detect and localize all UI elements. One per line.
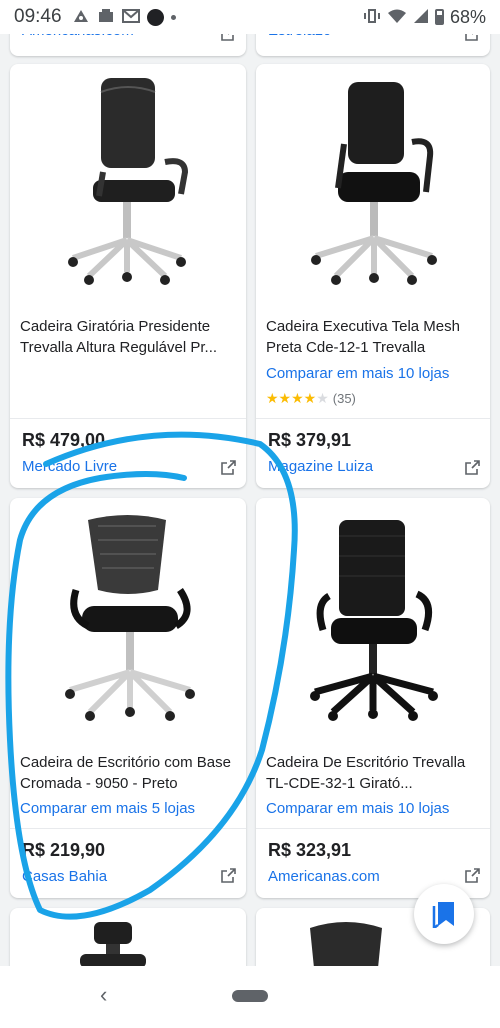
product-title[interactable]: Cadeira Executiva Tela Mesh Preta Cde-12…: [266, 316, 480, 358]
office-chair-image: [65, 515, 195, 721]
compare-stores-link[interactable]: Comparar em mais 10 lojas: [266, 365, 449, 382]
external-link-icon[interactable]: [221, 868, 236, 883]
product-price: R$ 379,91: [268, 430, 352, 450]
notification-icons: [72, 8, 176, 27]
product-price: R$ 479,00: [22, 430, 106, 450]
product-rating: ★★★★★ (35): [266, 390, 356, 407]
office-chair-image: [311, 82, 437, 285]
office-chair-image: [68, 78, 189, 285]
office-chair-image: [80, 922, 146, 968]
divider: [256, 418, 490, 419]
product-title[interactable]: Cadeira De Escritório Trevalla TL-CDE-32…: [266, 752, 480, 794]
product-image[interactable]: [10, 498, 246, 734]
divider: [256, 828, 490, 829]
review-count: (35): [332, 391, 356, 406]
system-icons: 68%: [363, 7, 486, 28]
store-link[interactable]: Casas Bahia: [22, 868, 107, 885]
more-notifications-icon: [170, 14, 176, 20]
office-chair-image: [310, 520, 438, 721]
profile-dot-icon: [146, 8, 164, 26]
external-link-icon[interactable]: [465, 460, 480, 475]
back-icon[interactable]: ‹: [100, 982, 107, 1008]
compare-stores-link[interactable]: Comparar em mais 5 lojas: [20, 800, 195, 817]
notification-app-icon: [72, 8, 90, 27]
wifi-icon: [387, 8, 407, 27]
product-title[interactable]: Cadeira de Escritório com Base Cromada -…: [20, 752, 236, 794]
status-time: 09:46: [14, 6, 62, 27]
product-image[interactable]: [256, 498, 490, 734]
store-link[interactable]: Magazine Luiza: [268, 458, 373, 475]
star-rating-icon: ★★★★★: [266, 390, 329, 406]
collections-fab-button[interactable]: [414, 884, 474, 944]
battery-percentage: 68%: [449, 6, 486, 27]
divider: [10, 418, 246, 419]
store-link[interactable]: Mercado Livre: [22, 458, 117, 475]
product-title[interactable]: Cadeira Giratória Presidente Trevalla Al…: [20, 316, 236, 358]
store-link[interactable]: Americanas.com: [268, 868, 380, 885]
signal-icon: [413, 8, 429, 27]
vibrate-icon: [363, 8, 381, 27]
external-link-icon[interactable]: [221, 460, 236, 475]
notification-app-icon-2: [97, 8, 115, 27]
product-card[interactable]: Cadeira Giratória Presidente Trevalla Al…: [10, 64, 246, 488]
product-image[interactable]: [256, 64, 490, 300]
system-navigation-bar: ‹: [0, 966, 500, 1028]
product-card[interactable]: Cadeira de Escritório com Base Cromada -…: [10, 498, 246, 898]
external-link-icon[interactable]: [465, 868, 480, 883]
product-image[interactable]: [10, 64, 246, 300]
battery-icon: [434, 9, 444, 25]
gmail-icon: [121, 8, 140, 26]
product-card[interactable]: Cadeira De Escritório Trevalla TL-CDE-32…: [256, 498, 490, 898]
product-card[interactable]: Cadeira Executiva Tela Mesh Preta Cde-12…: [256, 64, 490, 488]
home-pill[interactable]: [232, 990, 268, 1002]
product-price: R$ 219,90: [22, 840, 106, 860]
compare-stores-link[interactable]: Comparar em mais 10 lojas: [266, 800, 449, 817]
bookmark-icon: [432, 902, 454, 928]
product-price: R$ 323,91: [268, 840, 352, 860]
divider: [10, 828, 246, 829]
status-bar: 09:46 68%: [0, 0, 500, 34]
